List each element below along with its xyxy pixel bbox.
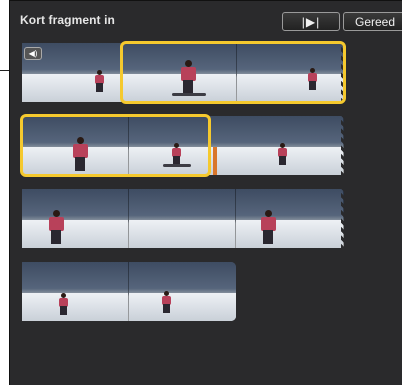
clip-frame	[129, 189, 236, 248]
clip-frame	[122, 43, 237, 102]
snowboarder-figure	[72, 137, 88, 171]
clip-frame	[236, 189, 344, 248]
snowboarder-figure	[58, 293, 68, 315]
snowboarder-figure	[48, 210, 64, 244]
speaker-icon: ◀)	[24, 47, 42, 60]
snowboarder-figure	[260, 210, 276, 244]
clip-5[interactable]	[22, 262, 236, 321]
clip-2[interactable]	[122, 43, 344, 102]
snowboarder-figure	[171, 143, 181, 165]
playhead-marker[interactable]	[213, 147, 217, 175]
clip-frame	[129, 262, 236, 321]
panel-title: Kort fragment in	[20, 13, 115, 27]
clip-frame	[129, 116, 209, 175]
clip-frame	[237, 43, 344, 102]
done-button[interactable]: Gereed	[343, 12, 402, 31]
snowboarder-figure	[277, 143, 287, 165]
clip-4[interactable]	[22, 189, 344, 248]
clip-3[interactable]	[22, 116, 344, 175]
snowboarder-figure	[307, 68, 317, 90]
clip-frame	[22, 116, 129, 175]
toolbar: Kort fragment in |▶| Gereed	[10, 1, 402, 39]
clip-frame	[209, 116, 344, 175]
snowboarder-figure	[161, 291, 171, 313]
clip-frame	[22, 189, 129, 248]
snowboarder-figure	[94, 70, 104, 92]
snowboarder-figure	[180, 60, 196, 94]
clip-frame	[22, 262, 129, 321]
fragment-panel: Kort fragment in |▶| Gereed ◀)	[9, 0, 402, 385]
play-button[interactable]: |▶|	[282, 12, 340, 31]
